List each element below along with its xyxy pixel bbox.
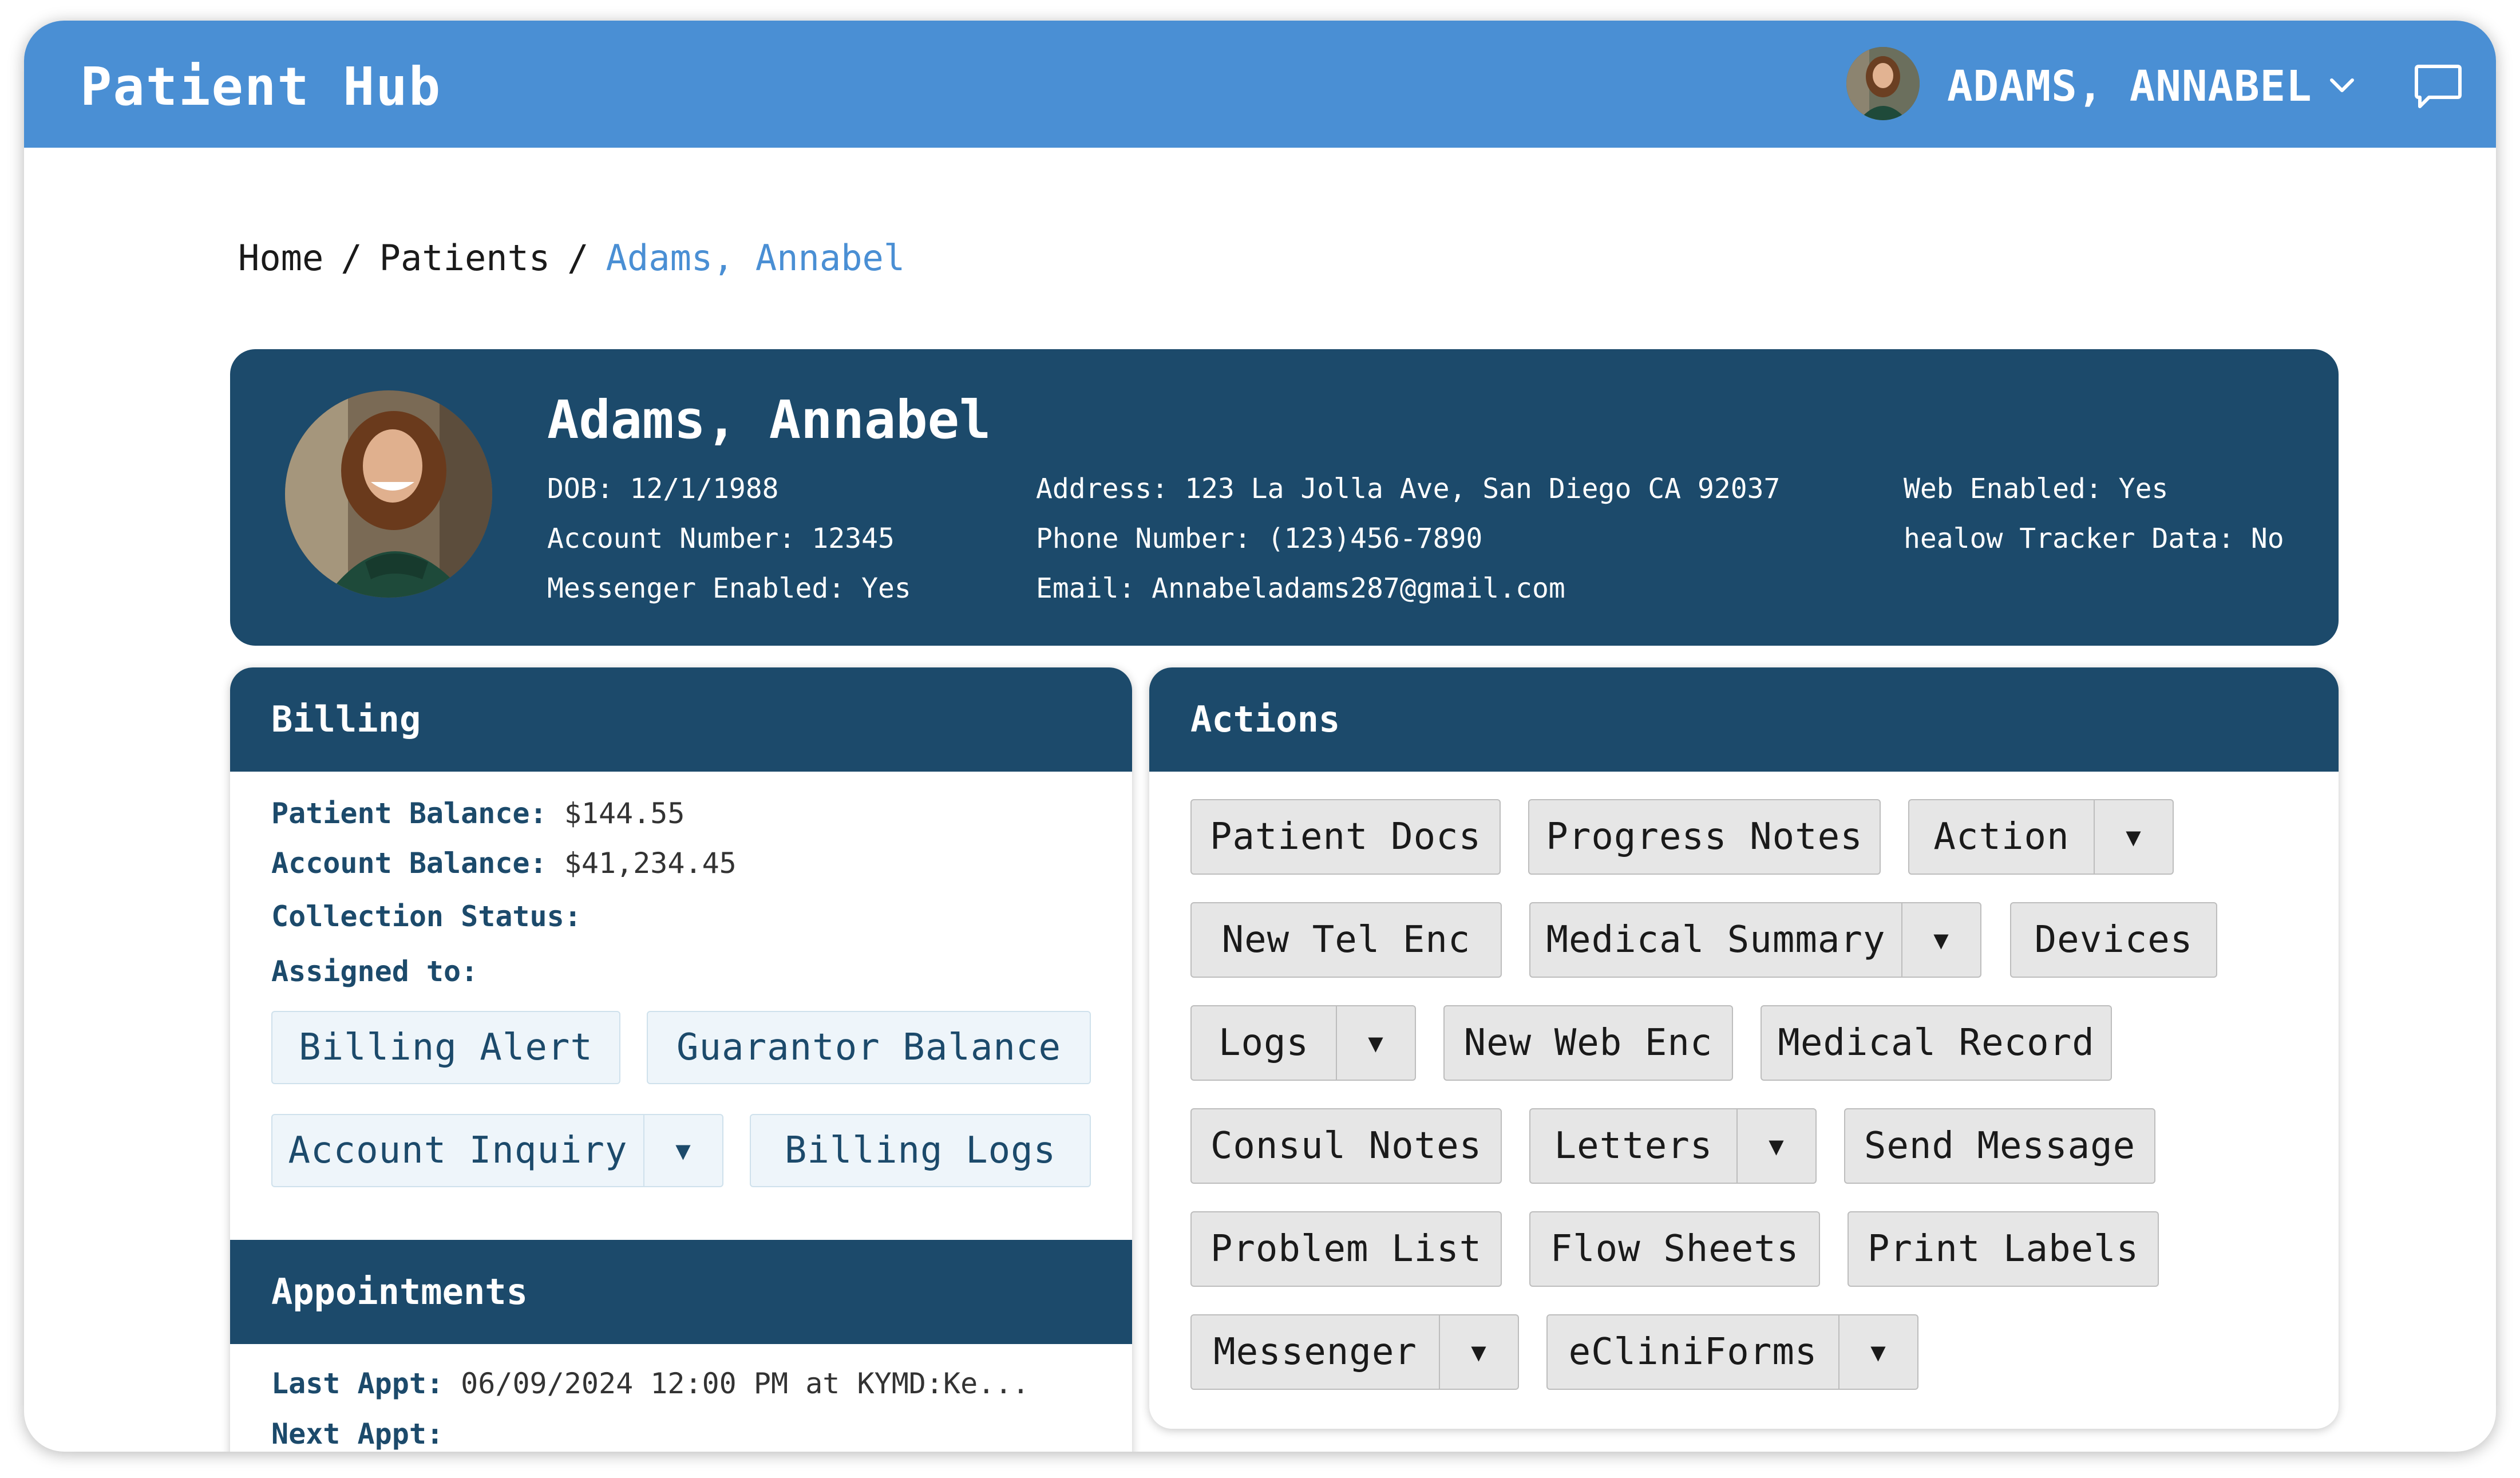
billing-header: Billing	[230, 667, 1132, 772]
assigned-to-row: Assigned to:	[271, 955, 478, 988]
patient-balance-label: Patient Balance:	[271, 797, 547, 830]
patient-portrait-icon	[285, 390, 492, 598]
next-appt-row: Next Appt:	[271, 1417, 444, 1451]
patient-web-enabled: Web Enabled: Yes	[1904, 473, 2169, 505]
account-balance-value: $41,234.45	[564, 847, 737, 880]
collection-status-label: Collection Status:	[271, 900, 581, 933]
flow-sheets-label: Flow Sheets	[1550, 1228, 1799, 1270]
medical-summary-split-button[interactable]: Medical Summary ▼	[1529, 902, 1981, 978]
app-window: Patient Hub ADAMS, ANNABEL Home / Patients…	[24, 21, 2496, 1452]
assigned-to-label: Assigned to:	[271, 955, 478, 988]
guarantor-balance-label: Guarantor Balance	[676, 1026, 1062, 1069]
account-balance-label: Account Balance:	[271, 847, 547, 880]
consul-notes-button[interactable]: Consul Notes	[1190, 1108, 1502, 1184]
patient-messenger-enabled: Messenger Enabled: Yes	[547, 572, 911, 604]
billing-alert-label: Billing Alert	[299, 1026, 593, 1069]
devices-button[interactable]: Devices	[2010, 902, 2217, 978]
patient-email: Email: Annabeladams287@gmail.com	[1036, 572, 1565, 604]
medical-record-label: Medical Record	[1778, 1022, 2095, 1064]
consul-notes-label: Consul Notes	[1210, 1125, 1482, 1167]
last-appt-row: Last Appt: 06/09/2024 12:00 PM at KYMD:K…	[271, 1367, 1030, 1400]
account-inquiry-split-button[interactable]: Account Inquiry ▼	[271, 1114, 723, 1187]
last-appt-value[interactable]: 06/09/2024 12:00 PM at KYMD:Ke...	[461, 1367, 1029, 1400]
action-split-button[interactable]: Action ▼	[1908, 799, 2174, 875]
breadcrumb-current: Adams, Annabel	[606, 237, 905, 279]
send-message-button[interactable]: Send Message	[1844, 1108, 2155, 1184]
account-inquiry-dropdown-icon[interactable]: ▼	[643, 1115, 722, 1186]
progress-notes-button[interactable]: Progress Notes	[1528, 799, 1881, 875]
logs-label[interactable]: Logs	[1192, 1022, 1336, 1064]
letters-split-button[interactable]: Letters ▼	[1529, 1108, 1817, 1184]
last-appt-label: Last Appt:	[271, 1367, 444, 1400]
patient-address: Address: 123 La Jolla Ave, San Diego CA …	[1036, 473, 1781, 505]
patient-name: Adams, Annabel	[547, 389, 991, 450]
letters-label[interactable]: Letters	[1530, 1125, 1736, 1167]
patient-balance-value: $144.55	[564, 797, 685, 830]
top-bar: Patient Hub ADAMS, ANNABEL	[24, 21, 2496, 148]
messenger-label[interactable]: Messenger	[1192, 1331, 1439, 1373]
patient-docs-label: Patient Docs	[1209, 816, 1482, 858]
medical-record-button[interactable]: Medical Record	[1761, 1005, 2112, 1081]
new-tel-enc-button[interactable]: New Tel Enc	[1190, 902, 1502, 978]
logs-split-button[interactable]: Logs ▼	[1190, 1005, 1416, 1081]
patient-balance-row: Patient Balance: $144.55	[271, 797, 685, 830]
billing-title: Billing	[271, 698, 421, 740]
medical-summary-dropdown-icon[interactable]: ▼	[1901, 903, 1980, 977]
user-avatar-icon	[1846, 47, 1920, 120]
actions-panel: Actions Patient Docs Progress Notes Acti…	[1149, 667, 2339, 1429]
send-message-label: Send Message	[1864, 1125, 2136, 1167]
patient-phone: Phone Number: (123)456-7890	[1036, 523, 1483, 555]
medical-summary-label[interactable]: Medical Summary	[1530, 919, 1901, 961]
actions-header: Actions	[1149, 667, 2339, 772]
letters-dropdown-icon[interactable]: ▼	[1736, 1109, 1815, 1183]
breadcrumb-patients[interactable]: Patients	[379, 237, 551, 279]
ecliniforms-split-button[interactable]: eCliniForms ▼	[1546, 1314, 1918, 1390]
patient-dob: DOB: 12/1/1988	[547, 473, 779, 505]
patient-account-number: Account Number: 12345	[547, 523, 895, 555]
account-balance-row: Account Balance: $41,234.45	[271, 847, 737, 880]
ecliniforms-label[interactable]: eCliniForms	[1548, 1331, 1838, 1373]
billing-logs-label: Billing Logs	[784, 1129, 1057, 1172]
flow-sheets-button[interactable]: Flow Sheets	[1529, 1211, 1820, 1287]
billing-panel: Billing Patient Balance: $144.55 Account…	[230, 667, 1132, 1452]
new-tel-enc-label: New Tel Enc	[1221, 919, 1471, 961]
messenger-split-button[interactable]: Messenger ▼	[1190, 1314, 1519, 1390]
actions-title: Actions	[1190, 698, 1340, 740]
action-dropdown-icon[interactable]: ▼	[2094, 800, 2173, 874]
breadcrumb-separator: /	[341, 237, 362, 279]
account-inquiry-label[interactable]: Account Inquiry	[272, 1129, 643, 1172]
patient-photo	[285, 390, 492, 598]
problem-list-button[interactable]: Problem List	[1190, 1211, 1502, 1287]
new-web-enc-label: New Web Enc	[1463, 1022, 1713, 1064]
user-avatar[interactable]	[1846, 47, 1920, 120]
new-web-enc-button[interactable]: New Web Enc	[1443, 1005, 1733, 1081]
ecliniforms-dropdown-icon[interactable]: ▼	[1838, 1315, 1917, 1389]
print-labels-label: Print Labels	[1867, 1228, 2139, 1270]
app-title: Patient Hub	[80, 56, 442, 117]
logs-dropdown-icon[interactable]: ▼	[1336, 1006, 1415, 1080]
next-appt-label: Next Appt:	[271, 1417, 444, 1451]
breadcrumb-separator: /	[567, 237, 589, 279]
progress-notes-label: Progress Notes	[1546, 816, 1863, 858]
billing-logs-button[interactable]: Billing Logs	[750, 1114, 1091, 1187]
action-label[interactable]: Action	[1909, 816, 2094, 858]
print-labels-button[interactable]: Print Labels	[1848, 1211, 2159, 1287]
patient-docs-button[interactable]: Patient Docs	[1190, 799, 1501, 875]
chevron-down-icon[interactable]	[2325, 69, 2359, 103]
billing-alert-button[interactable]: Billing Alert	[271, 1011, 620, 1084]
guarantor-balance-button[interactable]: Guarantor Balance	[647, 1011, 1091, 1084]
chat-icon[interactable]	[2412, 61, 2464, 113]
problem-list-label: Problem List	[1210, 1228, 1482, 1270]
collection-status-row: Collection Status:	[271, 900, 581, 933]
patient-summary-card: Adams, Annabel DOB: 12/1/1988 Account Nu…	[230, 349, 2339, 646]
breadcrumb-home[interactable]: Home	[238, 237, 323, 279]
devices-label: Devices	[2034, 919, 2193, 961]
messenger-dropdown-icon[interactable]: ▼	[1439, 1315, 1518, 1389]
appointments-header: Appointments	[230, 1240, 1132, 1344]
patient-healow-tracker: healow Tracker Data: No	[1904, 523, 2284, 555]
appointments-title: Appointments	[271, 1271, 528, 1313]
breadcrumb: Home / Patients / Adams, Annabel	[238, 237, 905, 279]
user-menu-name[interactable]: ADAMS, ANNABEL	[1947, 62, 2312, 111]
